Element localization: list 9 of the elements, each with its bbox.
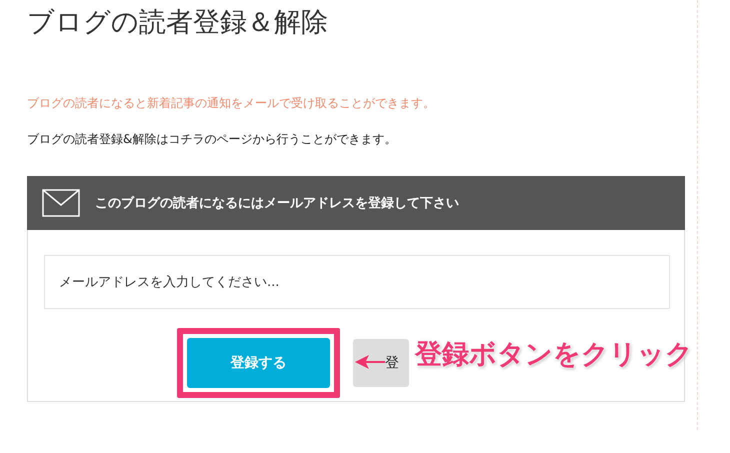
page-title: ブログの読者登録＆解除: [27, 6, 329, 40]
form-header-text: このブログの読者になるにはメールアドレスを登録して下さい: [95, 194, 459, 212]
notice-text: ブログの読者になると新着記事の通知をメールで受け取ることができます。: [27, 95, 436, 112]
annotation-text: 登録ボタンをクリック: [415, 338, 693, 372]
secondary-button[interactable]: 登: [353, 339, 409, 387]
email-field[interactable]: メールアドレスを入力してください...: [44, 255, 670, 309]
envelope-icon: [42, 189, 80, 217]
description-text: ブログの読者登録&解除はコチラのページから行うことができます。: [27, 131, 398, 148]
arrow-icon: [355, 355, 385, 369]
